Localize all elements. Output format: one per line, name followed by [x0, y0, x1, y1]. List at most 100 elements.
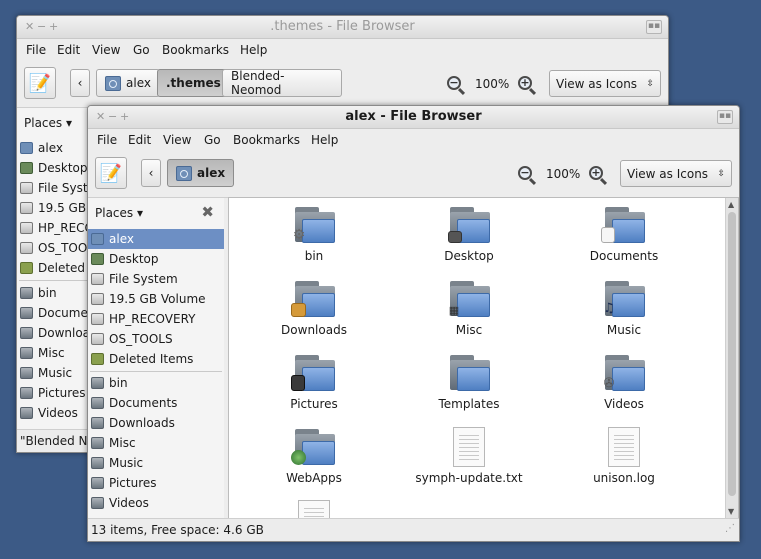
- sidebar-item[interactable]: alex: [17, 138, 89, 158]
- sidebar-item[interactable]: 19.5 GB Volume: [88, 289, 224, 309]
- sidebar-item[interactable]: Pictures: [88, 473, 224, 493]
- file-label: unison.log: [593, 471, 655, 485]
- edit-location-button[interactable]: 📝: [95, 157, 127, 189]
- sidebar-item[interactable]: Desktop: [88, 249, 224, 269]
- scroll-down-icon[interactable]: ▼: [728, 507, 734, 516]
- menu-help[interactable]: Help: [240, 43, 267, 57]
- sidebar-item[interactable]: alex: [88, 229, 224, 249]
- menu-file[interactable]: File: [26, 43, 46, 57]
- menu-bookmarks[interactable]: Bookmarks: [233, 133, 300, 147]
- menu-edit[interactable]: Edit: [57, 43, 80, 57]
- back-arrow-button[interactable]: ‹: [70, 69, 90, 97]
- sidebar-label: OS_TOO: [38, 241, 88, 255]
- sidebar-label: OS_TOOLS: [109, 332, 173, 346]
- front-window[interactable]: ✕−+ alex - File Browser ▪▪ File Edit Vie…: [87, 105, 740, 542]
- close-sidebar-icon[interactable]: ✖: [201, 203, 214, 221]
- sidebar-item[interactable]: Music: [88, 453, 224, 473]
- globe-icon: [291, 450, 306, 465]
- back-titlebar[interactable]: ✕−+ .themes - File Browser ▪▪: [17, 16, 668, 39]
- view-mode-select[interactable]: View as Icons ⇳: [549, 70, 661, 97]
- sidebar-item[interactable]: Desktop: [17, 158, 89, 178]
- file-item[interactable]: unison.log: [569, 427, 679, 485]
- scroll-thumb[interactable]: [728, 212, 736, 496]
- sidebar-item[interactable]: OS_TOOLS: [88, 329, 224, 349]
- sidebar-item[interactable]: Deleted: [17, 258, 89, 278]
- sidebar-item[interactable]: Pictures: [17, 383, 89, 403]
- text-file-icon: [608, 427, 640, 467]
- file-label: Pictures: [290, 397, 338, 411]
- places-menu[interactable]: Places ▾: [95, 206, 143, 220]
- sidebar-item[interactable]: Misc: [88, 433, 224, 453]
- places-label: Places: [24, 116, 63, 130]
- zoom-out-icon[interactable]: −: [518, 166, 532, 180]
- sidebar-label: Pictures: [38, 386, 86, 400]
- sidebar-item[interactable]: Downloa: [17, 323, 89, 343]
- crumb-blended-neomod[interactable]: Blended-Neomod: [222, 69, 342, 97]
- file-item[interactable]: ▦ Misc: [414, 281, 524, 337]
- sidebar-item[interactable]: HP_RECO: [17, 218, 89, 238]
- sidebar-label: Music: [38, 366, 73, 380]
- menu-go[interactable]: Go: [204, 133, 221, 147]
- file-item[interactable]: ✇ Videos: [569, 355, 679, 411]
- sidebar-item[interactable]: Videos: [88, 493, 224, 513]
- zoom-in-icon[interactable]: +: [589, 166, 603, 180]
- sidebar-item[interactable]: 19.5 GB: [17, 198, 89, 218]
- back-arrow-button[interactable]: ‹: [141, 159, 161, 187]
- view-mode-select[interactable]: View as Icons ⇳: [620, 160, 732, 187]
- sidebar-item[interactable]: bin: [88, 373, 224, 393]
- scroll-up-icon[interactable]: ▲: [728, 200, 734, 209]
- home-icon: [176, 165, 192, 181]
- menu-edit[interactable]: Edit: [128, 133, 151, 147]
- drive-icon: [91, 293, 104, 305]
- menu-view[interactable]: View: [163, 133, 191, 147]
- front-titlebar[interactable]: ✕−+ alex - File Browser ▪▪: [88, 106, 739, 129]
- sidebar-label: Misc: [38, 346, 65, 360]
- folder-icon: [91, 457, 104, 469]
- icon-view[interactable]: ⚙ bin Desktop Documents Downloads ▦ Misc…: [228, 197, 739, 540]
- sidebar-item[interactable]: Music: [17, 363, 89, 383]
- desktop-icon: [20, 162, 33, 174]
- sidebar-item[interactable]: HP_RECOVERY: [88, 309, 224, 329]
- resize-grip-icon[interactable]: ⋰: [725, 523, 735, 534]
- file-item[interactable]: Desktop: [414, 207, 524, 263]
- crumb-themes[interactable]: .themes: [157, 69, 230, 97]
- file-label: Documents: [589, 249, 659, 263]
- sidebar-item[interactable]: File System: [17, 178, 89, 198]
- file-item[interactable]: Documents: [569, 207, 679, 263]
- sidebar-item[interactable]: Documen: [17, 303, 89, 323]
- vertical-scrollbar[interactable]: ▲ ▼: [725, 198, 738, 518]
- zoom-in-icon[interactable]: +: [518, 76, 532, 90]
- folder-icon: [91, 397, 104, 409]
- folder-icon: [20, 407, 33, 419]
- file-item[interactable]: Downloads: [259, 281, 369, 337]
- restore-icon[interactable]: ▪▪: [646, 20, 662, 34]
- sidebar-item[interactable]: File System: [88, 269, 224, 289]
- menu-help[interactable]: Help: [311, 133, 338, 147]
- sidebar-item[interactable]: bin: [17, 283, 89, 303]
- file-item[interactable]: Templates: [414, 355, 524, 411]
- places-menu[interactable]: Places ▾: [24, 116, 72, 130]
- sidebar-item[interactable]: OS_TOO: [17, 238, 89, 258]
- sidebar-item[interactable]: Documents: [88, 393, 224, 413]
- crumb-home[interactable]: alex: [167, 159, 235, 187]
- menu-file[interactable]: File: [97, 133, 117, 147]
- file-item[interactable]: symph-update.txt: [414, 427, 524, 485]
- file-item[interactable]: ♫ Music: [569, 281, 679, 337]
- file-item[interactable]: Pictures: [259, 355, 369, 411]
- edit-location-button[interactable]: 📝: [24, 67, 56, 99]
- sidebar-label: File System: [109, 272, 178, 286]
- menu-view[interactable]: View: [92, 43, 120, 57]
- crumb-home[interactable]: alex: [96, 69, 160, 97]
- menu-bookmarks[interactable]: Bookmarks: [162, 43, 229, 57]
- sidebar-item[interactable]: Downloads: [88, 413, 224, 433]
- menu-go[interactable]: Go: [133, 43, 150, 57]
- sidebar-item[interactable]: Deleted Items: [88, 349, 224, 369]
- drive-icon: [20, 202, 33, 214]
- file-item[interactable]: ⚙ bin: [259, 207, 369, 263]
- restore-icon[interactable]: ▪▪: [717, 110, 733, 124]
- folder-icon: ▦: [448, 281, 490, 317]
- sidebar-item[interactable]: Videos: [17, 403, 89, 423]
- sidebar-item[interactable]: Misc: [17, 343, 89, 363]
- file-item[interactable]: WebApps: [259, 429, 369, 485]
- zoom-out-icon[interactable]: −: [447, 76, 461, 90]
